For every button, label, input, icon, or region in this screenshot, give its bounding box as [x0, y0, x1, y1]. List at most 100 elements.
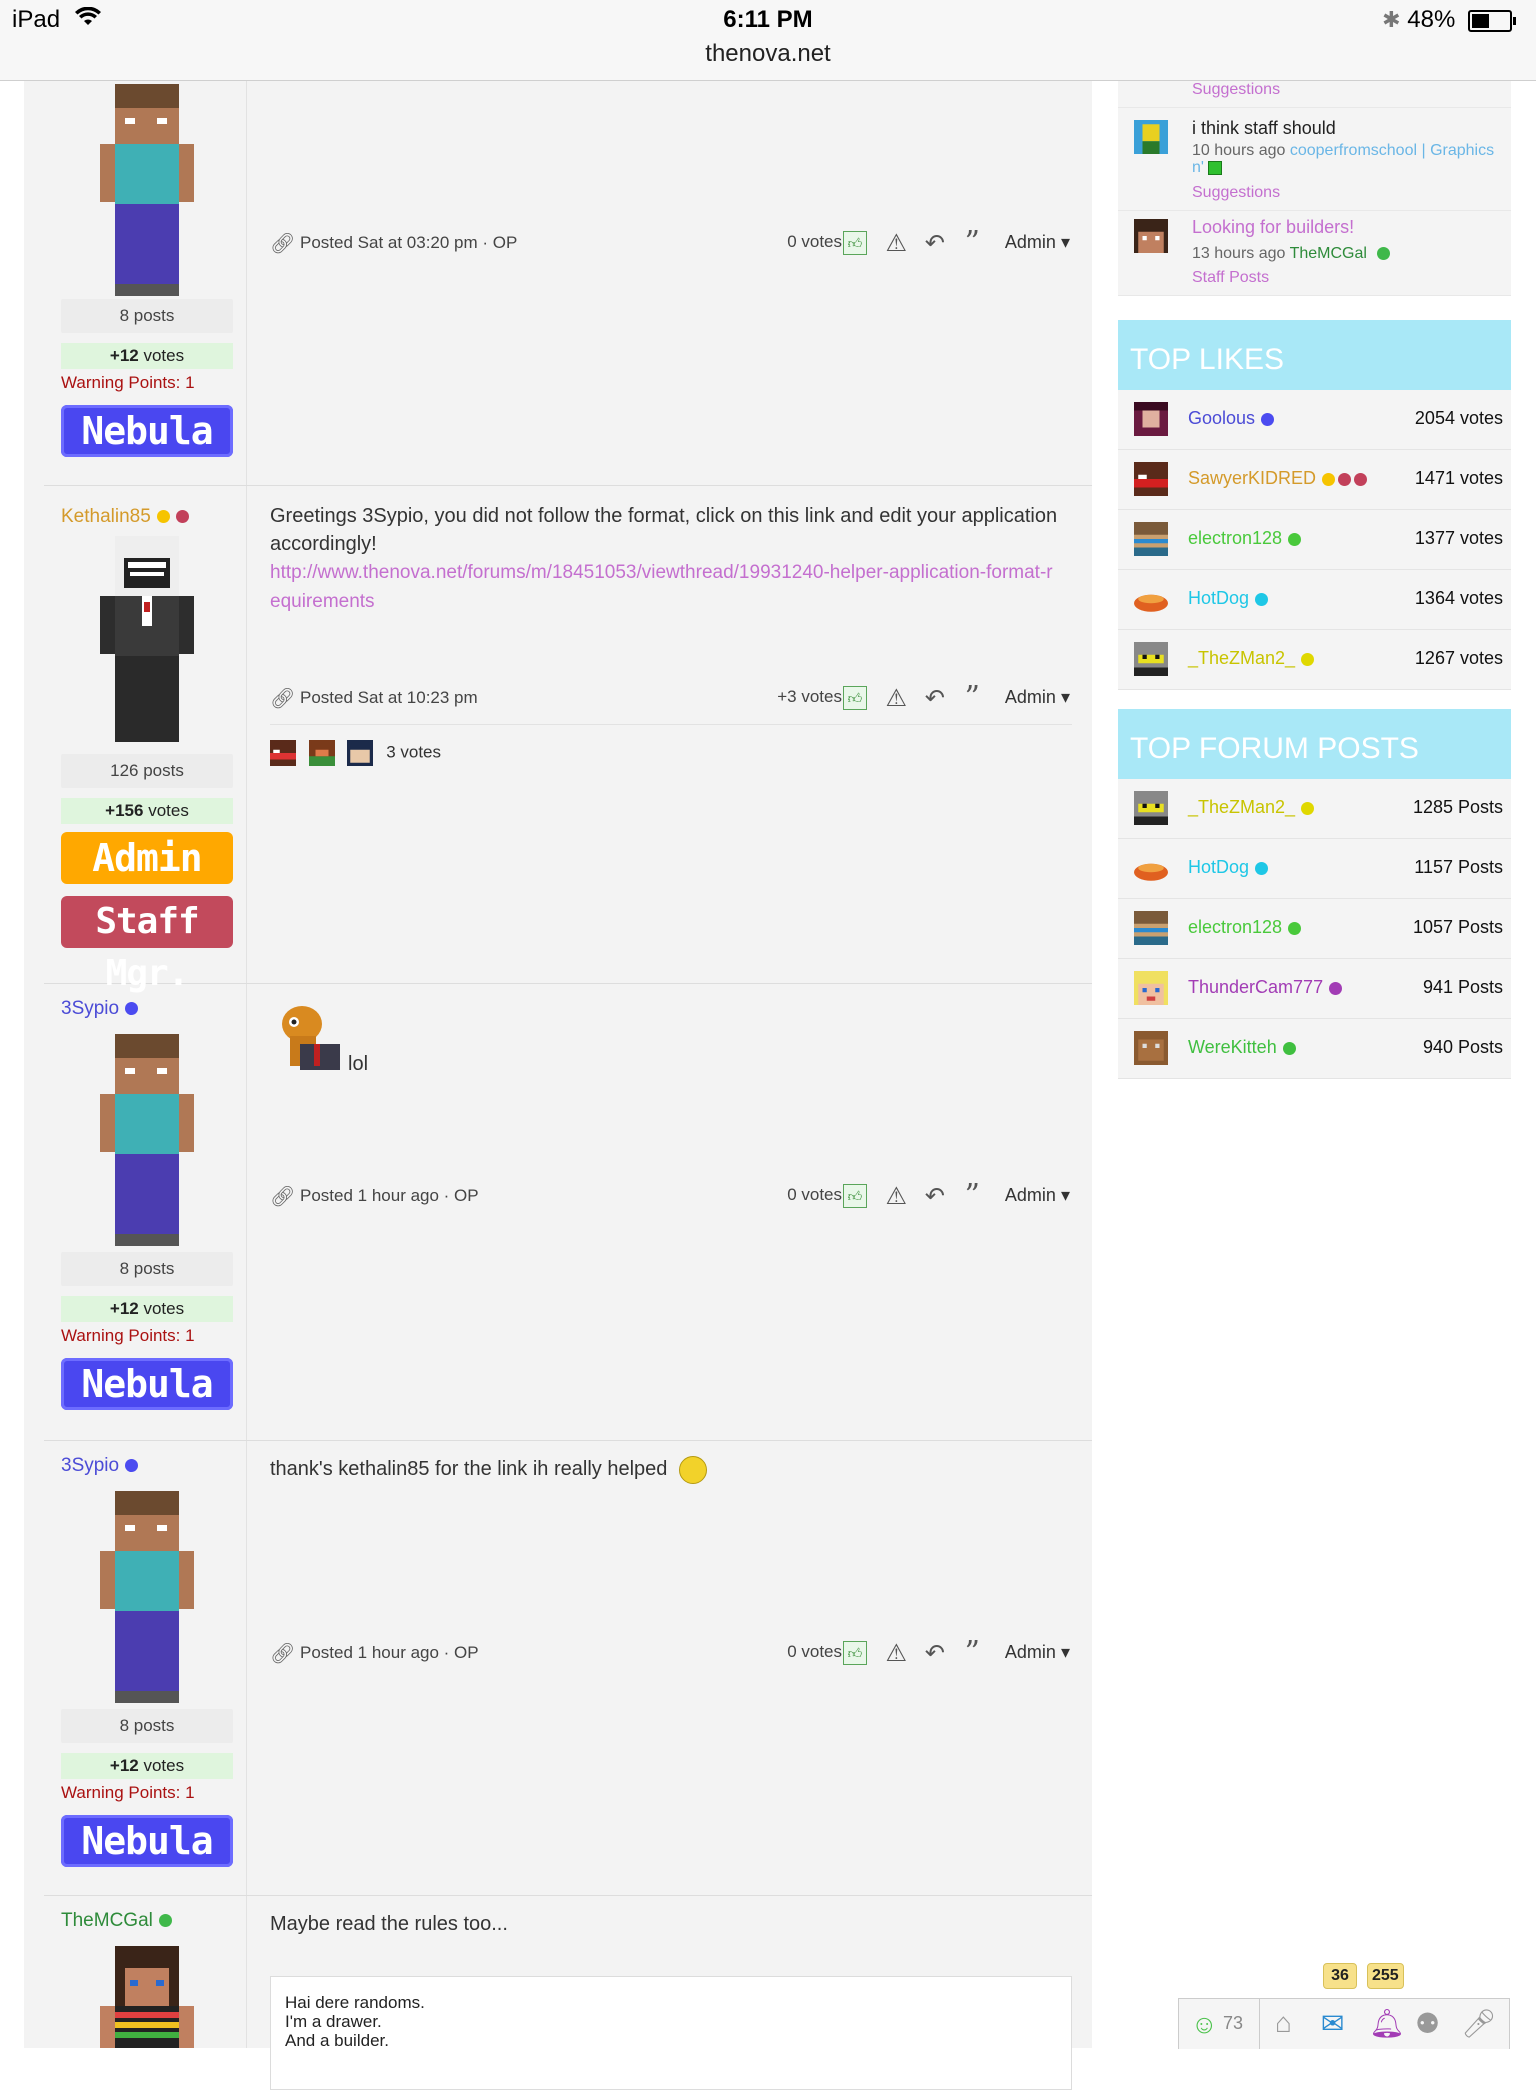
user-avatar[interactable]: [1134, 1031, 1168, 1065]
avatar[interactable]: [100, 1491, 194, 1703]
link-icon[interactable]: 🔗︎: [270, 1641, 295, 1666]
thumbs-up-icon[interactable]: 👍︎: [843, 231, 867, 255]
link-icon[interactable]: 🔗︎: [270, 686, 295, 711]
avatar[interactable]: [100, 536, 194, 748]
reply-icon[interactable]: ↶: [925, 1182, 945, 1211]
divider: [270, 724, 1072, 725]
user-avatar[interactable]: [1134, 402, 1168, 436]
avatar[interactable]: [100, 84, 194, 296]
user-name[interactable]: _TheZMan2_: [1188, 648, 1315, 669]
voter-avatar[interactable]: [270, 740, 296, 766]
activity-item[interactable]: i think staff should 10 hours ago cooper…: [1118, 108, 1511, 211]
user-avatar[interactable]: [1134, 851, 1168, 885]
link-icon[interactable]: 🔗︎: [270, 1184, 295, 1209]
thumbs-up-icon[interactable]: 👍︎: [843, 1641, 867, 1665]
like-count: 1377 votes: [1414, 528, 1503, 548]
username[interactable]: 3Sypio: [61, 1455, 139, 1477]
user-name[interactable]: SawyerKIDRED: [1188, 468, 1368, 489]
thumbs-up-icon[interactable]: 👍︎: [843, 686, 867, 710]
activity-avatar[interactable]: [1134, 120, 1168, 154]
user-avatar[interactable]: [1134, 522, 1168, 556]
user-name[interactable]: electron128: [1188, 528, 1302, 549]
group-icon[interactable]: ⚉: [1415, 2007, 1440, 2040]
user-name[interactable]: WereKitteh: [1188, 1037, 1296, 1058]
forum-thread: 8 posts +12 votes Warning Points: 1 Nebu…: [24, 81, 1092, 2090]
avatar[interactable]: [100, 1946, 194, 2048]
username[interactable]: TheMCGal: [61, 1910, 172, 1932]
voter-avatar[interactable]: [308, 740, 335, 766]
reply-icon[interactable]: ↶: [925, 684, 945, 713]
reply-icon[interactable]: ↶: [925, 1639, 945, 1668]
url-bar[interactable]: thenova.net: [0, 40, 1536, 68]
voter-avatar[interactable]: [347, 740, 374, 766]
status-dot: [1301, 801, 1315, 815]
list-item[interactable]: WereKitteh 940 Posts: [1118, 1019, 1511, 1079]
activity-item[interactable]: Looking for builders! 13 hours ago TheMC…: [1118, 211, 1511, 296]
mail-badge[interactable]: 36: [1323, 1963, 1357, 1989]
user-name[interactable]: _TheZMan2_: [1188, 797, 1315, 818]
user-name[interactable]: HotDog: [1188, 588, 1269, 609]
admin-menu[interactable]: Admin ▾: [1005, 687, 1070, 708]
admin-menu[interactable]: Admin ▾: [1005, 1185, 1070, 1206]
user-avatar[interactable]: [1134, 582, 1168, 616]
list-item[interactable]: _TheZMan2_ 1267 votes: [1118, 630, 1511, 690]
link-icon[interactable]: 🔗︎: [270, 231, 295, 256]
quote-icon[interactable]: ”: [965, 683, 980, 713]
user-avatar[interactable]: [1134, 462, 1168, 496]
list-item[interactable]: electron128 1377 votes: [1118, 510, 1511, 570]
list-item[interactable]: electron128 1057 Posts: [1118, 899, 1511, 959]
quote-icon[interactable]: ”: [965, 1181, 980, 1211]
warning-icon[interactable]: ⚠︎: [885, 684, 907, 713]
battery-icon: [1468, 9, 1516, 32]
list-item[interactable]: Goolous 2054 votes: [1118, 390, 1511, 450]
reply-icon[interactable]: ↶: [925, 229, 945, 258]
post-meta: 🔗︎ Posted Sat at 03:20 pm · OP 0 votes 👍…: [270, 228, 1072, 259]
activity-item[interactable]: Suggestions: [1118, 81, 1511, 108]
status-dot: [1288, 532, 1302, 546]
list-item[interactable]: ThunderCam777 941 Posts: [1118, 959, 1511, 1019]
chevron-down-icon: ▾: [1060, 232, 1070, 252]
warning-icon[interactable]: ⚠︎: [885, 229, 907, 258]
list-item[interactable]: HotDog 1364 votes: [1118, 570, 1511, 630]
mic-icon[interactable]: 🎤︎: [1461, 2007, 1497, 2040]
activity-category[interactable]: Suggestions: [1192, 81, 1280, 99]
emoji-image: [282, 1006, 340, 1070]
home-icon[interactable]: ⌂: [1275, 2007, 1292, 2039]
post-body: Greetings 3Sypio, you did not follow the…: [270, 505, 1058, 612]
avatar[interactable]: [100, 1034, 194, 1246]
activity-title[interactable]: i think staff should: [1192, 118, 1336, 139]
bell-icon[interactable]: 🔔︎: [1369, 2007, 1405, 2040]
admin-menu[interactable]: Admin ▾: [1005, 232, 1070, 253]
status-dot: [1322, 472, 1336, 486]
list-item[interactable]: SawyerKIDRED 1471 votes: [1118, 450, 1511, 510]
admin-menu[interactable]: Admin ▾: [1005, 1642, 1070, 1663]
user-name[interactable]: HotDog: [1188, 857, 1269, 878]
activity-title[interactable]: Looking for builders!: [1192, 217, 1354, 238]
username[interactable]: 3Sypio: [61, 998, 139, 1020]
user-avatar[interactable]: [1134, 911, 1168, 945]
activity-meta: 13 hours ago TheMCGal: [1192, 245, 1391, 263]
user-avatar[interactable]: [1134, 971, 1168, 1005]
activity-category[interactable]: Suggestions: [1192, 184, 1280, 202]
user-name[interactable]: electron128: [1188, 917, 1302, 938]
user-name[interactable]: Goolous: [1188, 408, 1275, 429]
username[interactable]: Kethalin85: [61, 506, 189, 528]
post-link[interactable]: http://www.thenova.net/forums/m/18451053…: [270, 562, 1053, 612]
user-avatar[interactable]: [1134, 791, 1168, 825]
status-dot: [1255, 592, 1269, 606]
mail-icon[interactable]: ✉: [1321, 2007, 1344, 2040]
warning-icon[interactable]: ⚠︎: [885, 1182, 907, 1211]
warning-icon[interactable]: ⚠︎: [885, 1639, 907, 1668]
activity-avatar[interactable]: [1134, 219, 1168, 253]
list-item[interactable]: _TheZMan2_ 1285 Posts: [1118, 779, 1511, 839]
thumbs-up-icon[interactable]: 👍︎: [843, 1184, 867, 1208]
list-item[interactable]: HotDog 1157 Posts: [1118, 839, 1511, 899]
activity-user[interactable]: TheMCGal: [1290, 245, 1367, 262]
online-users[interactable]: ☺ 73: [1179, 1999, 1260, 2049]
notification-badge[interactable]: 255: [1367, 1963, 1404, 1989]
activity-category[interactable]: Staff Posts: [1192, 269, 1269, 287]
quote-icon[interactable]: ”: [965, 228, 980, 258]
quote-icon[interactable]: ”: [965, 1638, 980, 1668]
user-name[interactable]: ThunderCam777: [1188, 977, 1343, 998]
user-avatar[interactable]: [1134, 642, 1168, 676]
